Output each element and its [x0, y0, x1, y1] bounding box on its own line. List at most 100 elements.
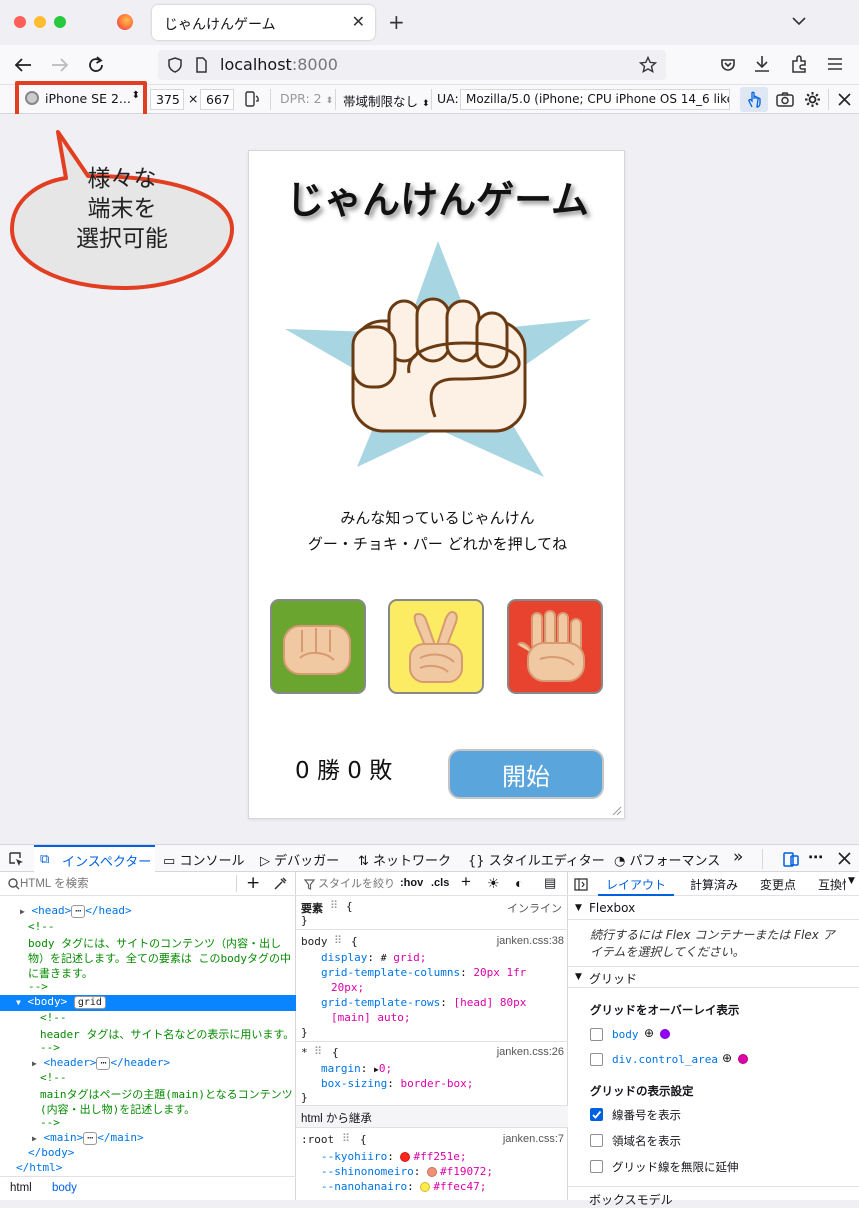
rule-source[interactable]: janken.css:38	[497, 935, 564, 947]
grid-color-swatch[interactable]	[738, 1054, 748, 1064]
url-text[interactable]: localhost:8000	[220, 55, 338, 74]
user-agent-input[interactable]: Mozilla/5.0 (iPhone; CPU iPhone OS 14_6 …	[460, 89, 730, 110]
color-swatch[interactable]	[420, 1182, 431, 1192]
paper-button[interactable]	[507, 599, 603, 694]
settings-gear-icon[interactable]	[804, 91, 821, 108]
comment-text[interactable]: body タグには、サイトのコンテンツ（内容・出し	[0, 935, 296, 950]
start-button[interactable]: 開始	[448, 749, 604, 799]
comment-open[interactable]: <!--	[0, 920, 296, 935]
scissors-button[interactable]	[388, 599, 484, 694]
declaration-shinonomeiro[interactable]: --shinonomeiro: #f19072;	[321, 1165, 493, 1178]
comment-text[interactable]: mainタグはページの主題(main)となるコンテンツ	[0, 1086, 296, 1101]
tab-changes[interactable]: 変更点	[760, 876, 796, 893]
declaration-grid-template-columns[interactable]: grid-template-columns: 20px 1fr	[321, 966, 526, 979]
back-icon[interactable]	[14, 57, 32, 73]
comment-open[interactable]: <!--	[0, 1071, 296, 1086]
tab-inspector[interactable]: ⧉ インスペクター	[34, 845, 155, 872]
viewport-width-input[interactable]: 375	[150, 89, 184, 110]
highlight-target-icon[interactable]: ⊕	[722, 1051, 732, 1065]
toggle-pane-icon[interactable]	[574, 878, 588, 891]
responsive-mode-icon[interactable]	[783, 851, 799, 867]
breadcrumb-html[interactable]: html	[10, 1182, 32, 1194]
tab-debugger[interactable]: ▷ デバッガー	[260, 850, 339, 869]
color-swatch[interactable]	[426, 1167, 437, 1177]
add-node-icon[interactable]: +	[246, 873, 260, 893]
downloads-icon[interactable]	[754, 55, 770, 73]
rotate-icon[interactable]	[244, 91, 260, 107]
dpr-selector[interactable]: DPR: 2 ⬍	[280, 91, 333, 106]
html-close-tag[interactable]: </html>	[0, 1161, 296, 1176]
rule-source[interactable]: janken.css:26	[497, 1046, 564, 1058]
screenshot-icon[interactable]	[776, 92, 794, 107]
style-filter-input[interactable]	[318, 875, 394, 893]
checkbox[interactable]	[590, 1134, 603, 1147]
rock-button[interactable]	[270, 599, 366, 694]
flexbox-section-header[interactable]: ▼ Flexbox	[568, 898, 859, 920]
close-rdm-icon[interactable]	[838, 93, 851, 106]
element-picker-icon[interactable]	[8, 851, 24, 867]
tab-performance[interactable]: ◔ パフォーマンス	[614, 850, 720, 869]
grid-color-swatch[interactable]	[660, 1029, 670, 1039]
declaration-display[interactable]: display: # grid;	[321, 951, 426, 964]
more-tabs-button[interactable]: »	[733, 847, 743, 867]
collapsed-badge[interactable]: ⋯	[83, 1132, 98, 1145]
menu-icon[interactable]	[827, 57, 843, 71]
tab-layout[interactable]: レイアウト	[598, 872, 674, 896]
zoom-window-button[interactable]	[54, 16, 66, 28]
color-swatch[interactable]	[400, 1152, 411, 1162]
cls-toggle[interactable]: .cls	[431, 877, 449, 889]
highlight-target-icon[interactable]: ⊕	[644, 1026, 654, 1040]
close-window-button[interactable]	[14, 16, 26, 28]
declaration-margin[interactable]: margin: ▶0;	[321, 1062, 392, 1075]
add-rule-icon[interactable]: +	[461, 872, 471, 892]
checkbox[interactable]	[590, 1160, 603, 1173]
collapsed-badge[interactable]: ⋯	[71, 905, 86, 918]
tab-compatibility[interactable]: 互換性	[818, 876, 846, 893]
comment-text[interactable]: header タグは、サイト名などの表示に用います。	[0, 1026, 296, 1041]
comment-text[interactable]: (内容・出し物)を記述します。	[0, 1101, 296, 1116]
grid-overlay-checkbox[interactable]	[590, 1028, 603, 1041]
tab-network[interactable]: ⇅ ネットワーク	[358, 850, 451, 869]
tabs-dropdown-icon[interactable]: ▼	[848, 876, 855, 886]
pocket-icon[interactable]	[720, 57, 736, 73]
comment-close[interactable]: -->	[0, 1041, 296, 1056]
tree-node-body-selected[interactable]: ▼ <body> grid	[0, 995, 296, 1011]
print-media-icon[interactable]: ▤	[544, 875, 556, 891]
universal-selector[interactable]: *	[301, 1046, 308, 1059]
reload-icon[interactable]	[87, 56, 105, 74]
eyedropper-icon[interactable]	[273, 877, 287, 891]
touch-simulation-button[interactable]	[740, 87, 768, 112]
collapsed-badge[interactable]: ⋯	[96, 1057, 111, 1070]
tab-computed[interactable]: 計算済み	[690, 876, 738, 893]
checkbox-checked[interactable]	[590, 1108, 603, 1121]
tree-node-main[interactable]: ▶ <main> ⋯ </main>	[0, 1131, 296, 1146]
viewport-height-input[interactable]: 667	[200, 89, 234, 110]
url-bar[interactable]: localhost:8000	[158, 50, 666, 80]
declaration-grid-template-rows[interactable]: grid-template-rows: [head] 80px	[321, 996, 526, 1009]
list-tabs-chevron-icon[interactable]	[792, 16, 806, 26]
bookmark-star-icon[interactable]	[639, 56, 657, 74]
throttle-selector[interactable]: 帯域制限なし ⬍	[343, 91, 430, 110]
declaration-kyohiiro[interactable]: --kyohiiro: #ff251e;	[321, 1150, 466, 1163]
light-mode-icon[interactable]: ☀	[487, 875, 500, 892]
firefox-icon[interactable]	[117, 14, 133, 30]
comment-close[interactable]: -->	[0, 980, 296, 995]
declaration-box-sizing[interactable]: box-sizing: border-box;	[321, 1077, 473, 1090]
comment-close[interactable]: -->	[0, 1116, 296, 1131]
grid-section-header[interactable]: ▼ グリッド	[568, 966, 859, 988]
tree-node-header[interactable]: ▶ <header> ⋯ </header>	[0, 1056, 296, 1071]
tab-close-icon[interactable]: ✕	[352, 12, 365, 31]
page-info-icon[interactable]	[194, 57, 208, 73]
grid-badge[interactable]: grid	[73, 996, 106, 1009]
rule-source[interactable]: インライン	[507, 900, 562, 916]
root-selector[interactable]: :root	[301, 1133, 334, 1146]
forward-icon[interactable]	[51, 57, 69, 73]
dark-mode-icon[interactable]: ◐	[515, 875, 523, 891]
hov-toggle[interactable]: :hov	[400, 877, 423, 889]
extensions-icon[interactable]	[790, 55, 808, 73]
box-model-section-header[interactable]: ボックスモデル	[568, 1186, 859, 1207]
browser-tab[interactable]: じゃんけんゲーム ✕	[152, 5, 375, 40]
body-selector[interactable]: body	[301, 935, 328, 948]
resize-handle-icon[interactable]	[612, 806, 622, 816]
body-close-tag[interactable]: </body>	[0, 1146, 296, 1161]
